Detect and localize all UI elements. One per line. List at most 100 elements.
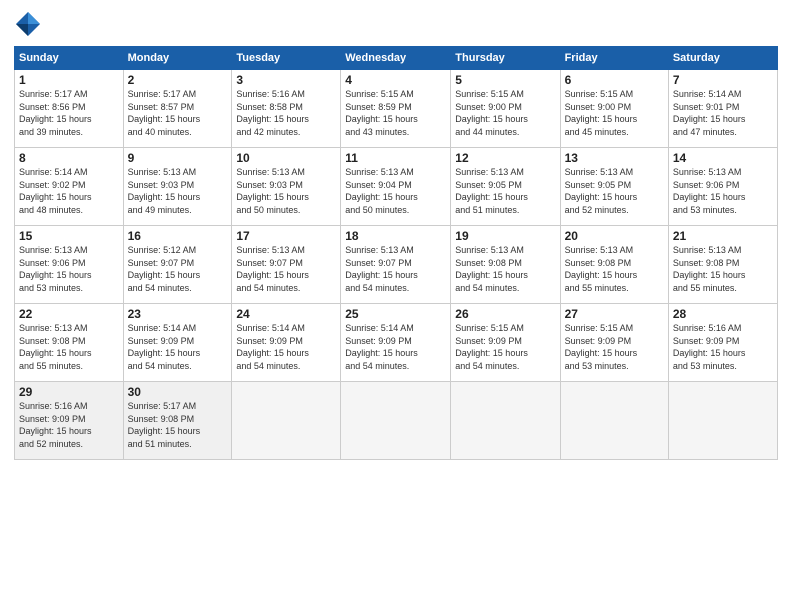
day-number: 28 [673,307,773,321]
calendar-cell [668,382,777,460]
day-number: 19 [455,229,555,243]
day-number: 24 [236,307,336,321]
day-info: Sunrise: 5:17 AM Sunset: 8:56 PM Dayligh… [19,88,119,138]
calendar-week-row: 29Sunrise: 5:16 AM Sunset: 9:09 PM Dayli… [15,382,778,460]
calendar-cell: 8Sunrise: 5:14 AM Sunset: 9:02 PM Daylig… [15,148,124,226]
day-info: Sunrise: 5:13 AM Sunset: 9:03 PM Dayligh… [236,166,336,216]
weekday-header-saturday: Saturday [668,47,777,70]
day-info: Sunrise: 5:15 AM Sunset: 9:09 PM Dayligh… [455,322,555,372]
day-info: Sunrise: 5:15 AM Sunset: 9:00 PM Dayligh… [455,88,555,138]
day-info: Sunrise: 5:14 AM Sunset: 9:09 PM Dayligh… [128,322,228,372]
calendar-week-row: 1Sunrise: 5:17 AM Sunset: 8:56 PM Daylig… [15,70,778,148]
day-info: Sunrise: 5:15 AM Sunset: 9:00 PM Dayligh… [565,88,664,138]
day-info: Sunrise: 5:13 AM Sunset: 9:04 PM Dayligh… [345,166,446,216]
calendar-cell: 18Sunrise: 5:13 AM Sunset: 9:07 PM Dayli… [341,226,451,304]
day-info: Sunrise: 5:13 AM Sunset: 9:05 PM Dayligh… [565,166,664,216]
day-number: 29 [19,385,119,399]
calendar-body: 1Sunrise: 5:17 AM Sunset: 8:56 PM Daylig… [15,70,778,460]
day-number: 8 [19,151,119,165]
day-number: 26 [455,307,555,321]
day-info: Sunrise: 5:15 AM Sunset: 8:59 PM Dayligh… [345,88,446,138]
day-number: 12 [455,151,555,165]
calendar-cell: 17Sunrise: 5:13 AM Sunset: 9:07 PM Dayli… [232,226,341,304]
calendar-cell [341,382,451,460]
day-info: Sunrise: 5:13 AM Sunset: 9:06 PM Dayligh… [673,166,773,216]
day-info: Sunrise: 5:13 AM Sunset: 9:08 PM Dayligh… [673,244,773,294]
calendar-cell: 4Sunrise: 5:15 AM Sunset: 8:59 PM Daylig… [341,70,451,148]
calendar-cell [232,382,341,460]
day-info: Sunrise: 5:13 AM Sunset: 9:07 PM Dayligh… [236,244,336,294]
calendar-cell: 1Sunrise: 5:17 AM Sunset: 8:56 PM Daylig… [15,70,124,148]
day-number: 14 [673,151,773,165]
day-number: 17 [236,229,336,243]
day-number: 3 [236,73,336,87]
calendar-cell: 7Sunrise: 5:14 AM Sunset: 9:01 PM Daylig… [668,70,777,148]
weekday-header-friday: Friday [560,47,668,70]
calendar-cell: 11Sunrise: 5:13 AM Sunset: 9:04 PM Dayli… [341,148,451,226]
calendar-cell: 2Sunrise: 5:17 AM Sunset: 8:57 PM Daylig… [123,70,232,148]
calendar-cell: 25Sunrise: 5:14 AM Sunset: 9:09 PM Dayli… [341,304,451,382]
day-number: 9 [128,151,228,165]
day-number: 25 [345,307,446,321]
calendar-cell: 3Sunrise: 5:16 AM Sunset: 8:58 PM Daylig… [232,70,341,148]
calendar-cell: 30Sunrise: 5:17 AM Sunset: 9:08 PM Dayli… [123,382,232,460]
weekday-header-monday: Monday [123,47,232,70]
calendar-cell [560,382,668,460]
calendar-cell: 23Sunrise: 5:14 AM Sunset: 9:09 PM Dayli… [123,304,232,382]
calendar-table: SundayMondayTuesdayWednesdayThursdayFrid… [14,46,778,460]
day-info: Sunrise: 5:13 AM Sunset: 9:08 PM Dayligh… [19,322,119,372]
calendar-cell: 13Sunrise: 5:13 AM Sunset: 9:05 PM Dayli… [560,148,668,226]
calendar-cell: 20Sunrise: 5:13 AM Sunset: 9:08 PM Dayli… [560,226,668,304]
calendar-cell: 5Sunrise: 5:15 AM Sunset: 9:00 PM Daylig… [451,70,560,148]
day-number: 21 [673,229,773,243]
day-number: 15 [19,229,119,243]
day-number: 2 [128,73,228,87]
day-info: Sunrise: 5:13 AM Sunset: 9:06 PM Dayligh… [19,244,119,294]
day-info: Sunrise: 5:14 AM Sunset: 9:09 PM Dayligh… [345,322,446,372]
weekday-header-wednesday: Wednesday [341,47,451,70]
calendar-cell: 24Sunrise: 5:14 AM Sunset: 9:09 PM Dayli… [232,304,341,382]
day-number: 4 [345,73,446,87]
day-number: 10 [236,151,336,165]
day-info: Sunrise: 5:14 AM Sunset: 9:09 PM Dayligh… [236,322,336,372]
calendar-cell: 26Sunrise: 5:15 AM Sunset: 9:09 PM Dayli… [451,304,560,382]
day-number: 13 [565,151,664,165]
day-info: Sunrise: 5:16 AM Sunset: 9:09 PM Dayligh… [673,322,773,372]
day-number: 6 [565,73,664,87]
logo [14,10,44,38]
day-number: 1 [19,73,119,87]
calendar-cell: 29Sunrise: 5:16 AM Sunset: 9:09 PM Dayli… [15,382,124,460]
day-info: Sunrise: 5:14 AM Sunset: 9:01 PM Dayligh… [673,88,773,138]
day-number: 18 [345,229,446,243]
calendar-week-row: 22Sunrise: 5:13 AM Sunset: 9:08 PM Dayli… [15,304,778,382]
calendar-week-row: 15Sunrise: 5:13 AM Sunset: 9:06 PM Dayli… [15,226,778,304]
day-info: Sunrise: 5:13 AM Sunset: 9:07 PM Dayligh… [345,244,446,294]
day-info: Sunrise: 5:13 AM Sunset: 9:08 PM Dayligh… [455,244,555,294]
day-number: 23 [128,307,228,321]
page-header [14,10,778,38]
calendar-cell: 14Sunrise: 5:13 AM Sunset: 9:06 PM Dayli… [668,148,777,226]
weekday-header-tuesday: Tuesday [232,47,341,70]
day-number: 30 [128,385,228,399]
calendar-cell: 28Sunrise: 5:16 AM Sunset: 9:09 PM Dayli… [668,304,777,382]
logo-icon [14,10,42,38]
calendar-cell: 9Sunrise: 5:13 AM Sunset: 9:03 PM Daylig… [123,148,232,226]
weekday-header-thursday: Thursday [451,47,560,70]
calendar-cell: 6Sunrise: 5:15 AM Sunset: 9:00 PM Daylig… [560,70,668,148]
day-info: Sunrise: 5:14 AM Sunset: 9:02 PM Dayligh… [19,166,119,216]
calendar-cell: 10Sunrise: 5:13 AM Sunset: 9:03 PM Dayli… [232,148,341,226]
day-info: Sunrise: 5:13 AM Sunset: 9:08 PM Dayligh… [565,244,664,294]
day-number: 22 [19,307,119,321]
calendar-cell [451,382,560,460]
calendar-cell: 21Sunrise: 5:13 AM Sunset: 9:08 PM Dayli… [668,226,777,304]
day-info: Sunrise: 5:16 AM Sunset: 9:09 PM Dayligh… [19,400,119,450]
day-info: Sunrise: 5:13 AM Sunset: 9:03 PM Dayligh… [128,166,228,216]
day-number: 5 [455,73,555,87]
day-number: 16 [128,229,228,243]
day-number: 20 [565,229,664,243]
calendar-cell: 19Sunrise: 5:13 AM Sunset: 9:08 PM Dayli… [451,226,560,304]
day-info: Sunrise: 5:16 AM Sunset: 8:58 PM Dayligh… [236,88,336,138]
day-number: 7 [673,73,773,87]
day-number: 11 [345,151,446,165]
calendar-cell: 27Sunrise: 5:15 AM Sunset: 9:09 PM Dayli… [560,304,668,382]
